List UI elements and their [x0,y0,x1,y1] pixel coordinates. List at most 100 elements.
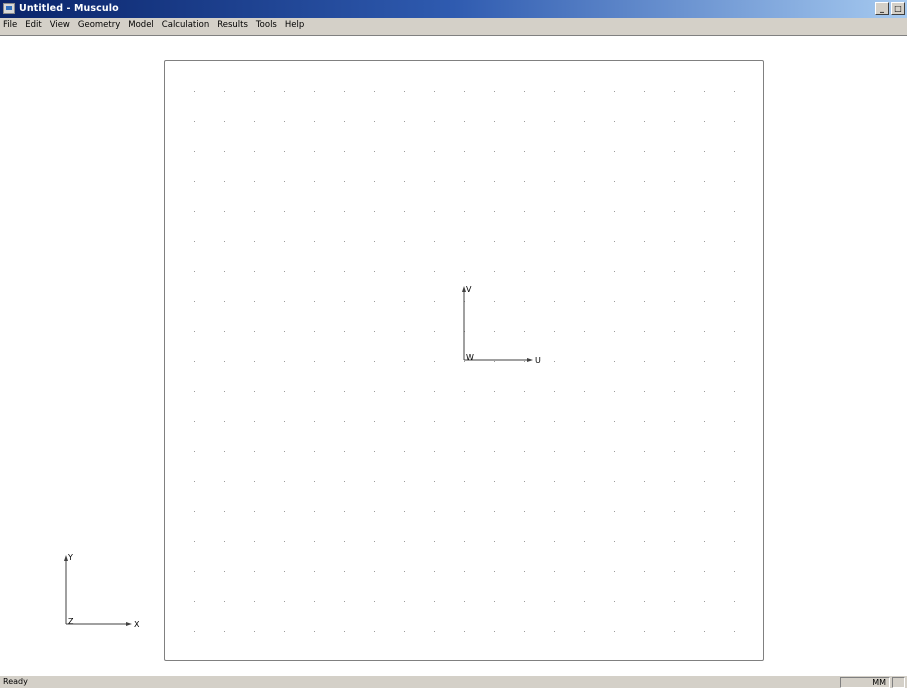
grid-dot [644,421,645,422]
grid-dot [284,481,285,482]
grid-dot [524,511,525,512]
grid-dot [614,481,615,482]
grid-dot [254,331,255,332]
grid-dot [464,241,465,242]
grid-dot [704,541,705,542]
grid-dot [434,481,435,482]
grid-dot [404,271,405,272]
grid-dot [224,361,225,362]
grid-dot [494,91,495,92]
menu-model[interactable]: Model [124,18,158,33]
grid-dot [224,121,225,122]
grid-dot [194,121,195,122]
grid-dot [674,451,675,452]
grid-dot [734,241,735,242]
grid-dot [374,631,375,632]
grid-dot [554,451,555,452]
grid-dot [434,91,435,92]
grid-dot [734,271,735,272]
grid-dot [284,181,285,182]
grid-dot [494,481,495,482]
menu-geometry[interactable]: Geometry [74,18,124,33]
maximize-button[interactable]: □ [891,2,905,15]
grid-dot [314,91,315,92]
grid-dot [314,571,315,572]
grid-dot [254,121,255,122]
grid-dot [314,511,315,512]
grid-dot [464,181,465,182]
grid-dot [464,361,465,362]
grid-dot [344,241,345,242]
menu-help[interactable]: Help [281,18,308,33]
grid-dot [644,571,645,572]
grid-dot [644,91,645,92]
grid-dot [554,481,555,482]
grid-dots [194,91,735,632]
grid-dot [284,271,285,272]
grid-dot [284,331,285,332]
grid-dot [734,631,735,632]
grid-dot [734,421,735,422]
grid-dot [704,511,705,512]
grid-dot [284,241,285,242]
grid-dot [734,181,735,182]
grid-dot [224,451,225,452]
grid-dot [374,331,375,332]
local-axes: V U W [462,285,541,365]
grid-dot [284,541,285,542]
grid-dot [194,601,195,602]
menu-calculation[interactable]: Calculation [158,18,213,33]
grid-dot [344,121,345,122]
grid-dot [584,211,585,212]
grid-dot [464,421,465,422]
grid-dot [434,421,435,422]
grid-dot [674,331,675,332]
grid-dot [494,391,495,392]
grid-dot [434,391,435,392]
grid-dot [254,481,255,482]
grid-dot [494,421,495,422]
grid-dot [374,211,375,212]
grid-dot [644,181,645,182]
window-controls: _ □ [875,2,905,16]
grid-dot [434,451,435,452]
title-bar: Untitled - Musculo _ □ [0,0,907,18]
grid-dot [524,331,525,332]
grid-dot [614,391,615,392]
grid-dot [674,241,675,242]
menu-view[interactable]: View [46,18,74,33]
grid-dot [734,571,735,572]
grid-dot [494,151,495,152]
grid-dot [704,301,705,302]
grid-dot [374,481,375,482]
menu-tools[interactable]: Tools [252,18,281,33]
grid-dot [614,91,615,92]
menu-file[interactable]: File [0,18,21,33]
grid-dot [524,181,525,182]
grid-dot [224,241,225,242]
grid-dot [464,601,465,602]
local-u-label: U [535,356,541,365]
minimize-button[interactable]: _ [875,2,889,15]
menu-edit[interactable]: Edit [21,18,45,33]
grid-dot [734,91,735,92]
app-icon[interactable] [3,3,15,14]
grid-dot [554,571,555,572]
grid-dot [614,631,615,632]
grid-dot [494,121,495,122]
grid-dot [404,631,405,632]
grid-dot [404,391,405,392]
grid-dot [404,481,405,482]
grid-dot [464,571,465,572]
window-title: Untitled - Musculo [19,3,119,14]
drawing-canvas[interactable]: V U W Y X Z [0,36,907,675]
grid-dot [734,151,735,152]
grid-dot [494,271,495,272]
grid-dot [674,361,675,362]
menu-results[interactable]: Results [213,18,252,33]
grid-dot [434,571,435,572]
grid-dot [674,571,675,572]
grid-dot [464,451,465,452]
grid-dot [344,151,345,152]
grid-dot [344,601,345,602]
